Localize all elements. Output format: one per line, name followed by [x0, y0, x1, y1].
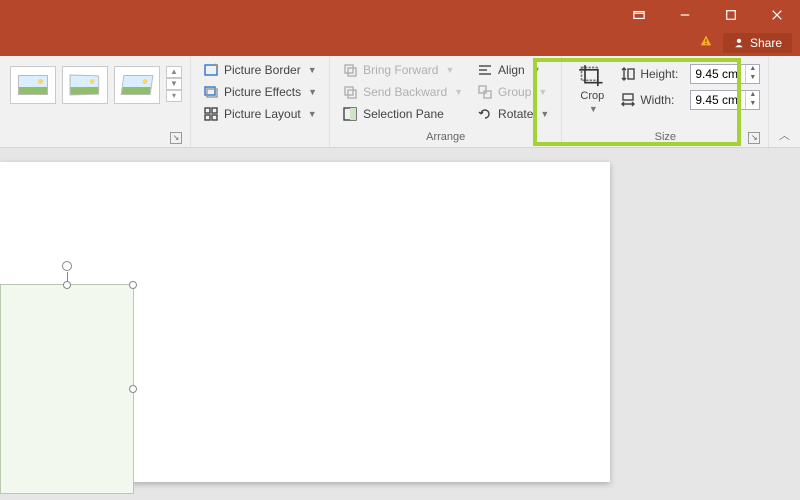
align-button[interactable]: Align▼	[473, 60, 553, 80]
chevron-down-icon: ▼	[540, 109, 549, 119]
collapse-ribbon-button[interactable]: ︿	[779, 127, 790, 143]
group-label-arrange: Arrange	[426, 131, 465, 143]
group-picture-styles: ▲▼▾ ↘	[0, 56, 191, 147]
spinner-up-icon[interactable]: ▲	[746, 65, 759, 74]
chevron-down-icon: ▼	[308, 87, 317, 97]
rotate-icon	[477, 106, 493, 122]
height-icon	[620, 66, 636, 82]
rotate-button[interactable]: Rotate▼	[473, 104, 553, 124]
group-objects-button: Group▼	[473, 82, 553, 102]
layout-icon	[203, 106, 219, 122]
width-label: Width:	[640, 93, 686, 107]
chevron-down-icon: ▼	[308, 65, 317, 75]
close-button[interactable]	[754, 0, 800, 30]
group-size: Crop ▼ Height: ▲▼ Width: ▲	[562, 56, 769, 147]
height-input[interactable]: ▲▼	[690, 64, 760, 84]
selection-pane-icon	[342, 106, 358, 122]
group-label-size: Size	[655, 131, 676, 143]
person-icon	[733, 37, 745, 49]
ribbon: ▲▼▾ ↘ Picture Border▼ Picture Effects▼ P…	[0, 56, 800, 148]
dialog-launcher-icon[interactable]: ↘	[748, 132, 760, 144]
spinner-up-icon[interactable]: ▲	[746, 91, 759, 100]
crop-icon	[578, 64, 606, 88]
picture-style-thumb[interactable]	[62, 66, 108, 104]
warning-icon	[699, 34, 713, 53]
send-backward-button: Send Backward▼	[338, 82, 467, 102]
group-arrange: Bring Forward▼ Send Backward▼ Selection …	[330, 56, 562, 147]
group-icon	[477, 84, 493, 100]
picture-effects-button[interactable]: Picture Effects▼	[199, 82, 321, 102]
share-label: Share	[750, 36, 782, 50]
spinner-down-icon[interactable]: ▼	[746, 74, 759, 83]
minimize-button[interactable]	[662, 0, 708, 30]
dialog-launcher-icon[interactable]: ↘	[170, 132, 182, 144]
chevron-down-icon: ▼	[454, 87, 463, 97]
picture-layout-button[interactable]: Picture Layout▼	[199, 104, 321, 124]
picture-style-thumb[interactable]	[114, 66, 160, 104]
selection-pane-button[interactable]: Selection Pane	[338, 104, 467, 124]
slide-workspace	[0, 148, 800, 500]
resize-handle[interactable]	[63, 281, 71, 289]
picture-border-button[interactable]: Picture Border▼	[199, 60, 321, 80]
width-field[interactable]	[691, 91, 745, 109]
height-field[interactable]	[691, 65, 745, 83]
effects-icon	[203, 84, 219, 100]
spinner-down-icon[interactable]: ▼	[746, 100, 759, 109]
bring-forward-button: Bring Forward▼	[338, 60, 467, 80]
crop-button[interactable]: Crop ▼	[570, 60, 614, 118]
gallery-scroll[interactable]: ▲▼▾	[166, 66, 182, 102]
bring-forward-icon	[342, 62, 358, 78]
ribbon-options-button[interactable]	[616, 0, 662, 30]
chevron-down-icon: ▼	[589, 104, 598, 114]
resize-handle[interactable]	[129, 281, 137, 289]
rotate-handle[interactable]	[62, 261, 72, 271]
border-icon	[203, 62, 219, 78]
resize-handle[interactable]	[129, 385, 137, 393]
align-icon	[477, 62, 493, 78]
chevron-down-icon: ▼	[532, 65, 541, 75]
group-picture-adjust: Picture Border▼ Picture Effects▼ Picture…	[191, 56, 330, 147]
chevron-down-icon: ▼	[445, 65, 454, 75]
picture-style-thumb[interactable]	[10, 66, 56, 104]
maximize-button[interactable]	[708, 0, 754, 30]
chevron-down-icon: ▼	[538, 87, 547, 97]
width-input[interactable]: ▲▼	[690, 90, 760, 110]
share-button[interactable]: Share	[723, 33, 792, 53]
send-backward-icon	[342, 84, 358, 100]
chevron-down-icon: ▼	[308, 109, 317, 119]
selected-shape[interactable]	[0, 284, 134, 494]
account-bar: Share	[0, 30, 800, 56]
width-icon	[620, 92, 636, 108]
window-titlebar	[0, 0, 800, 30]
height-label: Height:	[640, 67, 686, 81]
